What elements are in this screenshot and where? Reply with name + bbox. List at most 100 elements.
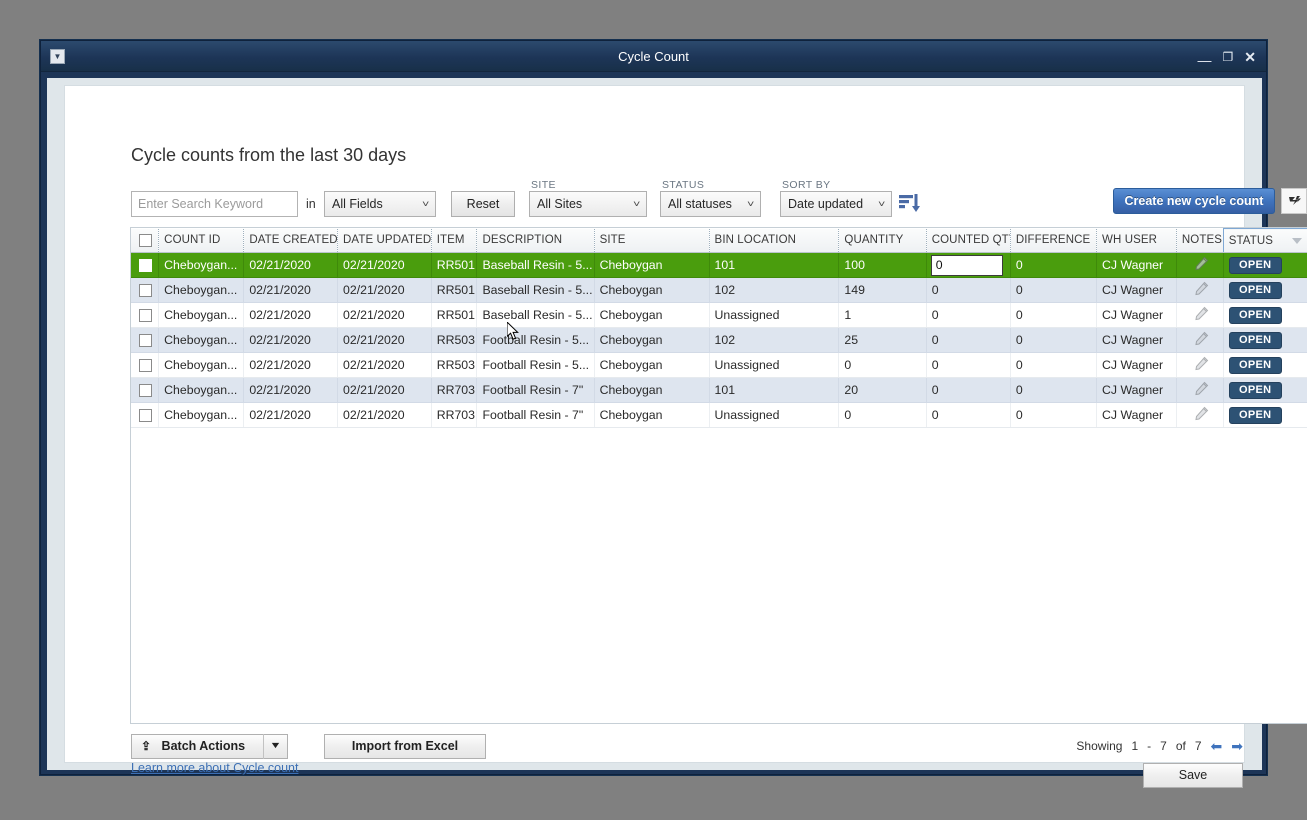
cell-status[interactable]: OPEN	[1223, 377, 1307, 403]
cell-bin-location: Unassigned	[709, 302, 840, 328]
sort-by-select[interactable]: SORT BY Date updated ˅	[780, 179, 892, 217]
cell-counted-qty[interactable]: 0	[926, 377, 1011, 403]
cell-site: Cheboygan	[594, 377, 710, 403]
cell-difference: 0	[1010, 377, 1098, 403]
status-badge[interactable]: OPEN	[1228, 406, 1282, 424]
pencil-icon[interactable]	[1194, 331, 1209, 349]
learn-more-link[interactable]: Learn more about Cycle count	[131, 756, 298, 780]
cell-status[interactable]: OPEN	[1223, 302, 1307, 328]
col-header-item[interactable]: ITEM	[431, 228, 478, 253]
table-row[interactable]: Cheboygan... 02/21/2020 02/21/2020 RR703 Foo…	[131, 377, 1307, 403]
pencil-icon[interactable]	[1194, 256, 1209, 274]
pencil-icon[interactable]	[1194, 356, 1209, 374]
page-of-label: of	[1175, 739, 1186, 753]
status-badge[interactable]: OPEN	[1228, 256, 1282, 274]
row-select-cell[interactable]	[131, 402, 160, 428]
col-header-description[interactable]: DESCRIPTION	[476, 228, 595, 253]
row-checkbox[interactable]	[139, 259, 152, 273]
cell-description: Baseball Resin - 5...	[476, 277, 595, 303]
search-field-select[interactable]: All Fields ˅	[324, 191, 436, 217]
col-header-site[interactable]: SITE	[594, 228, 710, 253]
status-badge[interactable]: OPEN	[1228, 356, 1282, 374]
col-header-bin-location[interactable]: BIN LOCATION	[709, 228, 840, 253]
close-icon[interactable]: ✕	[1244, 50, 1256, 64]
cell-site: Cheboygan	[594, 252, 710, 278]
cell-site: Cheboygan	[594, 352, 710, 378]
sort-descending-icon[interactable]	[897, 190, 923, 216]
row-select-cell[interactable]	[131, 327, 160, 353]
counted-qty-input[interactable]	[930, 254, 1003, 276]
row-select-cell[interactable]	[131, 377, 160, 403]
pencil-icon[interactable]	[1194, 381, 1209, 399]
create-new-cycle-count-button[interactable]: Create new cycle count	[1113, 188, 1275, 214]
cell-notes[interactable]	[1176, 327, 1224, 353]
cell-counted-qty[interactable]: 0	[926, 302, 1011, 328]
table-row[interactable]: Cheboygan... 02/21/2020 02/21/2020 RR503 Foo…	[131, 352, 1307, 378]
col-header-quantity[interactable]: QUANTITY	[838, 228, 927, 253]
cell-status[interactable]: OPEN	[1223, 327, 1307, 353]
cell-status[interactable]: OPEN	[1223, 352, 1307, 378]
select-all-header[interactable]	[131, 228, 160, 253]
cell-status[interactable]: OPEN	[1223, 252, 1307, 278]
row-select-cell[interactable]	[131, 277, 160, 303]
cell-counted-qty[interactable]: 0	[926, 352, 1011, 378]
row-checkbox[interactable]	[139, 309, 152, 323]
cell-counted-qty[interactable]: 0	[926, 327, 1011, 353]
cell-notes[interactable]	[1176, 402, 1224, 428]
arrow-left-icon[interactable]: ⬅	[1211, 739, 1223, 753]
table-row[interactable]: Cheboygan... 02/21/2020 02/21/2020 RR501 Bas…	[131, 302, 1307, 328]
status-badge[interactable]: OPEN	[1228, 281, 1282, 299]
upload-icon: ⇪	[141, 739, 152, 753]
arrow-right-icon[interactable]: ➡	[1231, 739, 1243, 753]
cell-notes[interactable]	[1176, 302, 1224, 328]
reset-button[interactable]: Reset	[451, 191, 515, 217]
col-header-status[interactable]: STATUS	[1222, 228, 1307, 253]
select-all-checkbox[interactable]	[139, 233, 152, 247]
status-badge[interactable]: OPEN	[1228, 381, 1282, 399]
row-checkbox[interactable]	[139, 284, 152, 298]
pencil-icon[interactable]	[1194, 281, 1209, 299]
col-header-wh-user[interactable]: WH USER	[1096, 228, 1177, 253]
pencil-icon[interactable]	[1194, 306, 1209, 324]
cell-notes[interactable]	[1176, 377, 1224, 403]
table-row[interactable]: Cheboygan... 02/21/2020 02/21/2020 RR503 Foo…	[131, 327, 1307, 353]
row-select-cell[interactable]	[131, 302, 160, 328]
cell-counted-qty[interactable]: 0	[926, 402, 1011, 428]
cell-wh-user: CJ Wagner	[1096, 327, 1177, 353]
status-badge[interactable]: OPEN	[1228, 306, 1282, 324]
cell-notes[interactable]	[1176, 277, 1224, 303]
refresh-icon[interactable]	[1281, 188, 1307, 214]
cell-quantity: 20	[838, 377, 927, 403]
table-row[interactable]: Cheboygan... 02/21/2020 02/21/2020 RR703 Foo…	[131, 402, 1307, 428]
status-filter-select[interactable]: STATUS All statuses ˅	[660, 179, 761, 217]
col-header-date-updated[interactable]: DATE UPDATED	[337, 228, 432, 253]
save-button[interactable]: Save	[1143, 763, 1243, 788]
search-input[interactable]	[131, 191, 298, 217]
table-row[interactable]: Cheboygan... 02/21/2020 02/21/2020 RR501 Bas…	[131, 277, 1307, 303]
cell-counted-qty[interactable]: 0	[926, 277, 1011, 303]
col-header-count-id[interactable]: COUNT ID	[158, 228, 245, 253]
pencil-icon[interactable]	[1194, 406, 1209, 424]
import-from-excel-button[interactable]: Import from Excel	[324, 734, 486, 759]
minimize-icon[interactable]: —	[1198, 53, 1212, 67]
table-row[interactable]: Cheboygan... 02/21/2020 02/21/2020 RR501 Bas…	[131, 252, 1307, 278]
site-filter-select[interactable]: SITE All Sites ˅	[529, 179, 647, 217]
row-select-cell[interactable]	[131, 352, 160, 378]
row-checkbox[interactable]	[139, 359, 152, 373]
cell-status[interactable]: OPEN	[1223, 402, 1307, 428]
cell-site: Cheboygan	[594, 277, 710, 303]
row-checkbox[interactable]	[139, 384, 152, 398]
col-header-difference[interactable]: DIFFERENCE	[1010, 228, 1098, 253]
cell-status[interactable]: OPEN	[1223, 277, 1307, 303]
status-badge[interactable]: OPEN	[1228, 331, 1282, 349]
row-checkbox[interactable]	[139, 334, 152, 348]
maximize-icon[interactable]: ❐	[1223, 51, 1234, 63]
cell-notes[interactable]	[1176, 352, 1224, 378]
col-header-date-created[interactable]: DATE CREATED	[243, 228, 339, 253]
cell-counted-qty[interactable]	[926, 252, 1011, 278]
cell-notes[interactable]	[1176, 252, 1224, 278]
row-checkbox[interactable]	[139, 409, 152, 423]
col-header-counted-qty[interactable]: COUNTED QTY	[926, 228, 1011, 253]
col-header-notes[interactable]: NOTES	[1176, 228, 1224, 253]
row-select-cell[interactable]	[131, 252, 160, 278]
